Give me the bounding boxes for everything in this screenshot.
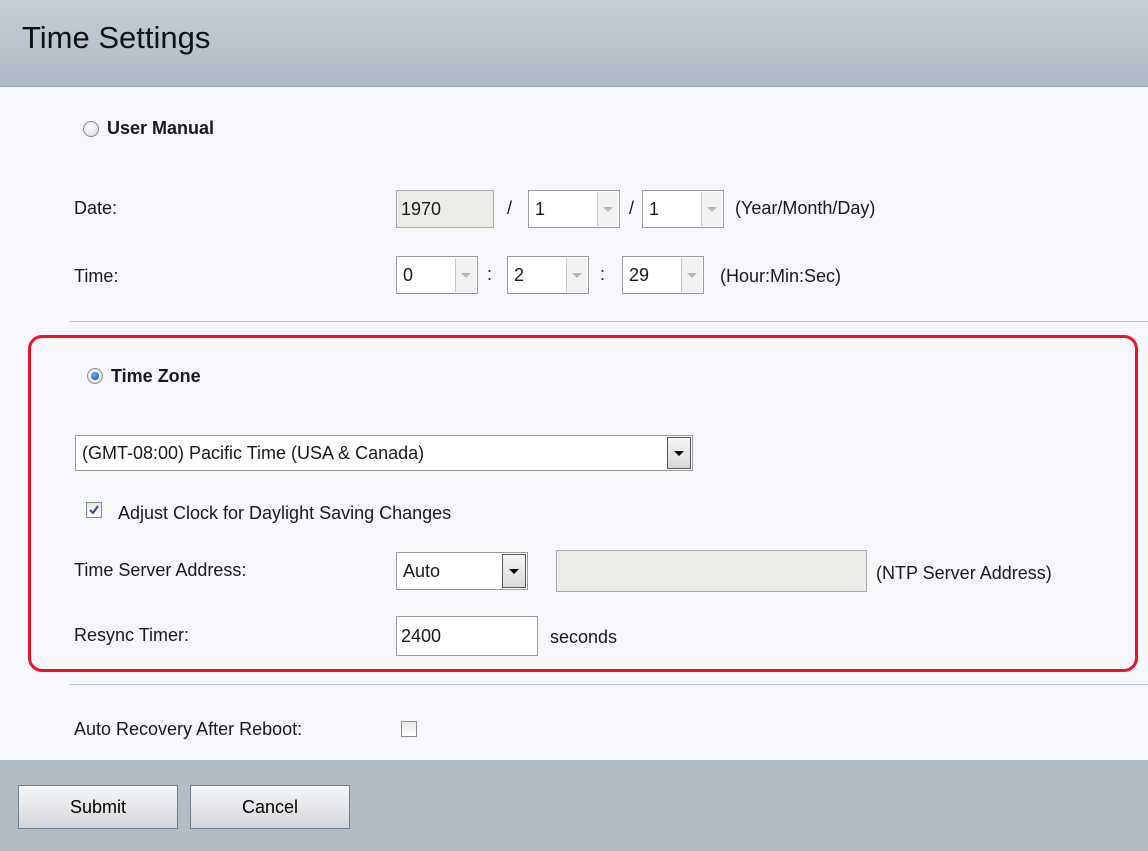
resync-unit: seconds [550, 627, 618, 647]
second-select[interactable]: 29 [622, 256, 704, 294]
chevron-down-icon [566, 258, 587, 292]
user-manual-label: User Manual [107, 118, 215, 138]
time-zone-value: (GMT-08:00) Pacific Time (USA & Canada) [82, 442, 425, 463]
hour-select[interactable]: 0 [396, 256, 478, 294]
date-format-hint: (Year/Month/Day) [735, 198, 876, 218]
day-select[interactable]: 1 [642, 190, 724, 228]
cancel-button[interactable]: Cancel [190, 785, 350, 829]
time-separator: : [487, 264, 493, 284]
time-label: Time: [74, 266, 119, 286]
time-zone-select[interactable]: (GMT-08:00) Pacific Time (USA & Canada) [75, 435, 693, 471]
chevron-down-icon [681, 258, 702, 292]
page-header: Time Settings [0, 0, 1148, 87]
ntp-server-hint: (NTP Server Address) [876, 563, 1052, 583]
page-title: Time Settings [22, 20, 211, 55]
dst-label: Adjust Clock for Daylight Saving Changes [118, 503, 452, 523]
chevron-down-icon [502, 554, 526, 588]
time-zone-radio[interactable] [87, 368, 103, 384]
check-icon [89, 505, 99, 515]
year-value: 1970 [401, 198, 442, 219]
dst-checkbox[interactable] [86, 502, 102, 518]
submit-button[interactable]: Submit [18, 785, 178, 829]
resync-timer-label: Resync Timer: [74, 625, 190, 645]
section-divider [70, 321, 1148, 322]
second-value: 29 [629, 264, 650, 285]
auto-recovery-checkbox[interactable] [401, 721, 417, 737]
date-separator: / [629, 198, 635, 218]
date-separator: / [507, 198, 513, 218]
minute-value: 2 [514, 264, 525, 285]
ntp-server-input[interactable] [556, 550, 867, 592]
day-value: 1 [649, 198, 660, 219]
resync-timer-input[interactable]: 2400 [396, 616, 538, 656]
chevron-down-icon [701, 192, 722, 226]
time-server-label: Time Server Address: [74, 560, 247, 580]
hour-value: 0 [403, 264, 414, 285]
date-label: Date: [74, 198, 118, 218]
month-value: 1 [535, 198, 546, 219]
user-manual-radio[interactable] [83, 121, 99, 137]
auto-recovery-label: Auto Recovery After Reboot: [74, 719, 303, 739]
time-server-mode-value: Auto [403, 560, 441, 581]
chevron-down-icon [455, 258, 476, 292]
time-format-hint: (Hour:Min:Sec) [720, 266, 842, 286]
section-divider [70, 684, 1148, 685]
chevron-down-icon [597, 192, 618, 226]
time-separator: : [600, 264, 606, 284]
time-zone-label: Time Zone [111, 366, 201, 386]
time-server-mode-select[interactable]: Auto [396, 552, 528, 590]
month-select[interactable]: 1 [528, 190, 620, 228]
chevron-down-icon [667, 437, 691, 469]
resync-timer-value: 2400 [401, 625, 442, 646]
year-input[interactable]: 1970 [396, 190, 494, 228]
minute-select[interactable]: 2 [507, 256, 589, 294]
